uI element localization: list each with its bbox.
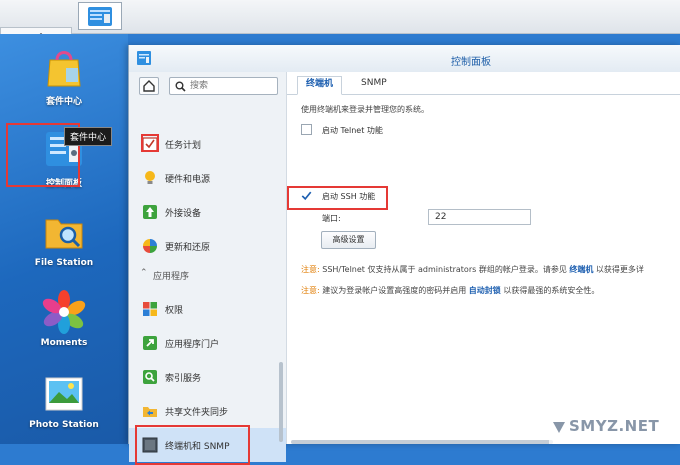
- window-app-icon: [137, 51, 151, 65]
- tab-bar: 终端机 SNMP: [287, 72, 680, 95]
- ssh-checkbox-checked-icon[interactable]: [301, 190, 312, 201]
- note-ssh-telnet: 注意: SSH/Telnet 仅支持从属于 administrators 群组的…: [301, 264, 644, 275]
- external-device-icon: [143, 205, 157, 219]
- control-panel-window: 控制面板 任务计划: [128, 45, 680, 465]
- desktop-icon-photo-station[interactable]: Photo Station: [9, 372, 119, 430]
- flower-icon: [42, 290, 86, 334]
- watermark-text: SMYZ.NET: [569, 417, 660, 435]
- note-text-after: 以获得最强的系统安全性。: [503, 286, 600, 295]
- indexing-service-icon: [143, 370, 157, 384]
- update-restore-icon: [143, 239, 157, 253]
- terminal-help-link[interactable]: 终端机: [569, 265, 593, 274]
- privileges-icon: [143, 302, 157, 316]
- search-box[interactable]: [169, 77, 278, 95]
- window-titlebar[interactable]: 控制面板: [129, 45, 680, 73]
- port-label: 端口:: [322, 214, 341, 223]
- sidebar-item-shared-folder-sync[interactable]: 共享文件夹同步: [129, 394, 286, 428]
- app-portal-icon: [143, 336, 157, 350]
- desktop-icon-file-station[interactable]: File Station: [9, 210, 119, 268]
- port-input[interactable]: [428, 209, 531, 225]
- desktop-icon-label: File Station: [34, 258, 94, 268]
- sidebar-item-label: 共享文件夹同步: [165, 408, 229, 418]
- ssh-label: 启动 SSH 功能: [322, 192, 376, 201]
- desktop: 套件中心 控制面板 File Station Moments Photo Sta…: [0, 34, 128, 444]
- photo-icon: [45, 377, 83, 411]
- sidebar-item-label: 权限: [165, 306, 184, 316]
- watermark: SMYZ.NET: [549, 412, 680, 444]
- sidebar-item-update-restore[interactable]: 更新和还原: [129, 229, 286, 263]
- terminal-description: 使用终端机来登录并管理您的系统。: [301, 105, 429, 114]
- tab-terminal[interactable]: 终端机: [297, 76, 343, 95]
- home-button[interactable]: [139, 77, 159, 95]
- desktop-icon-label: 套件中心: [45, 97, 82, 107]
- note-label: 注意:: [301, 265, 320, 274]
- taskbar: [0, 0, 680, 399]
- telnet-label: 启动 Telnet 功能: [322, 126, 383, 135]
- home-icon: [143, 80, 155, 92]
- note-label: 注意:: [301, 286, 320, 295]
- tooltip: 套件中心: [64, 127, 113, 146]
- note-text: 建议为登录帐户设置高强度的密码并启用: [322, 286, 467, 295]
- sidebar-item-label: 更新和还原: [165, 243, 211, 253]
- sidebar-item-indexing-service[interactable]: 索引服务: [129, 360, 286, 394]
- sidebar-item-label: 索引服务: [165, 374, 202, 384]
- sidebar-item-label: 硬件和电源: [165, 175, 211, 185]
- sidebar-item-label: 任务计划: [165, 141, 202, 151]
- search-icon: [175, 81, 186, 92]
- watermark-logo-icon: [553, 422, 565, 433]
- search-input[interactable]: [190, 80, 272, 92]
- note-text: SSH/Telnet 仅支持从属于 administrators 群组的帐户登录…: [322, 265, 567, 274]
- note-password: 注意: 建议为登录帐户设置高强度的密码并启用 自动封锁 以获得最强的系统安全性。: [301, 285, 599, 296]
- main-pane: 终端机 SNMP 使用终端机来登录并管理您的系统。 启动 Telnet 功能 启…: [287, 72, 680, 444]
- desktop-icon-moments[interactable]: Moments: [9, 290, 119, 348]
- tab-snmp[interactable]: SNMP: [353, 76, 395, 93]
- sidebar-item-external-devices[interactable]: 外接设备: [129, 195, 286, 229]
- desktop-icon-label: Photo Station: [29, 420, 99, 430]
- desktop-icon-package-center[interactable]: 套件中心: [9, 46, 119, 107]
- sidebar-item-label: 应用程序门户: [165, 340, 220, 350]
- sidebar-section-applications[interactable]: ⌃ 应用程序: [129, 265, 286, 285]
- sidebar-item-hardware-power[interactable]: 硬件和电源: [129, 161, 286, 195]
- telnet-checkbox[interactable]: [301, 124, 312, 135]
- lightbulb-icon: [145, 171, 155, 184]
- control-panel-app-icon: [88, 7, 112, 26]
- sidebar: 任务计划 硬件和电源 外接设备 更新和还原: [129, 72, 287, 465]
- note-text-after: 以获得更多详: [595, 265, 644, 274]
- advanced-settings-button[interactable]: 高级设置: [321, 231, 376, 249]
- task-scheduler-highlight-box: [141, 134, 159, 152]
- taskbar-control-panel-button[interactable]: [78, 2, 122, 30]
- folder-search-icon: [45, 219, 83, 249]
- chevron-up-icon: ⌃: [140, 268, 148, 278]
- sidebar-item-privileges[interactable]: 权限: [129, 292, 286, 326]
- shared-folder-sync-icon: [143, 407, 157, 417]
- sidebar-item-app-portal[interactable]: 应用程序门户: [129, 326, 286, 360]
- desktop-icon-label: Moments: [40, 338, 88, 348]
- sidebar-item-label: 外接设备: [165, 209, 202, 219]
- terminal-highlight-box: [135, 425, 250, 465]
- sidebar-section-label: 应用程序: [153, 272, 190, 282]
- package-center-icon: [47, 51, 81, 87]
- auto-block-link[interactable]: 自动封锁: [469, 286, 501, 295]
- window-title: 控制面板: [451, 57, 491, 68]
- sidebar-scrollbar[interactable]: [279, 362, 283, 442]
